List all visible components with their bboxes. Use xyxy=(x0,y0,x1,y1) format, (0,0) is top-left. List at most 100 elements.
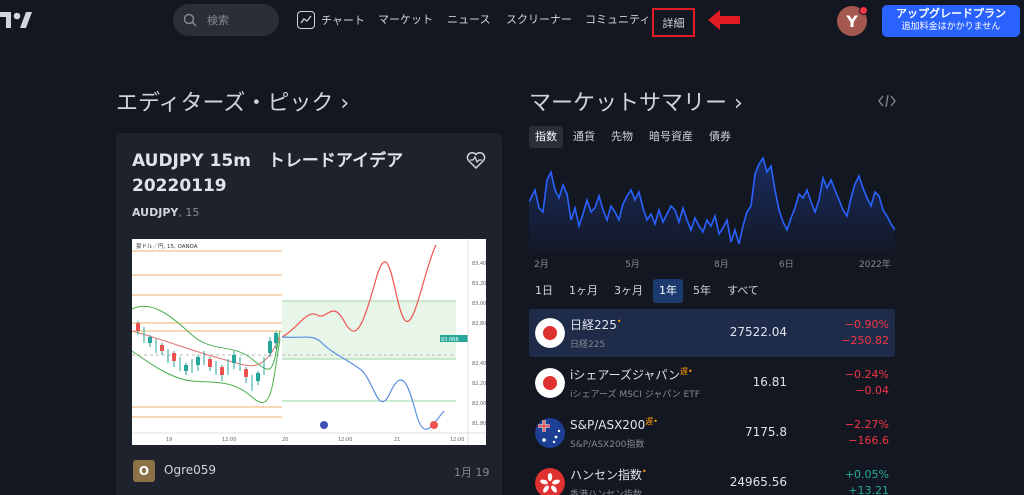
svg-text:82.400: 82.400 xyxy=(472,361,486,367)
quote-change: −2.27% −166.6 xyxy=(845,417,889,449)
market-tabs: 指数 通貨 先物 暗号資産 債券 xyxy=(529,126,741,148)
svg-text:83.068: 83.068 xyxy=(441,337,459,343)
range-1d[interactable]: 1日 xyxy=(529,279,559,303)
market-line-chart[interactable] xyxy=(529,150,895,252)
idea-card[interactable]: AUDJPY 15m トレードアイデア 20220119 AUDJPY, 15 xyxy=(116,133,502,495)
quote-change-pct: −2.27% xyxy=(844,418,889,431)
quote-flag-mark: • xyxy=(688,367,693,376)
tab-indices[interactable]: 指数 xyxy=(529,126,563,148)
quote-description: S&P/ASX200指数 xyxy=(570,440,645,450)
idea-interval: , 15 xyxy=(178,206,200,219)
range-1y[interactable]: 1年 xyxy=(653,279,683,303)
market-summary-title[interactable]: マーケットサマリー › xyxy=(529,85,743,117)
nav-detail-label: 詳細 xyxy=(662,16,685,30)
svg-text:82.800: 82.800 xyxy=(472,321,486,327)
axis-label: 5月 xyxy=(625,260,640,270)
author-avatar[interactable]: O xyxy=(133,460,155,482)
boost-heart-icon[interactable] xyxy=(466,151,486,169)
tab-crypto[interactable]: 暗号資産 xyxy=(643,126,699,148)
quote-flag-mark: • xyxy=(653,417,658,426)
quote-name: 日経225• xyxy=(570,316,622,333)
idea-chart-caption: 豪ドル／円, 15, OANDA xyxy=(136,242,198,250)
quote-name: ハンセン指数• xyxy=(570,466,647,483)
range-3m[interactable]: 3ヶ月 xyxy=(608,279,649,303)
author-name[interactable]: Ogre059 xyxy=(164,463,216,477)
quote-name: S&P/ASX200遅• xyxy=(570,416,658,432)
svg-text:12:00: 12:00 xyxy=(222,437,236,443)
range-all[interactable]: すべて xyxy=(721,279,765,303)
editors-pick-title[interactable]: エディターズ・ピック › xyxy=(116,85,349,117)
upgrade-label: アップグレードプラン xyxy=(896,7,1006,20)
tab-currencies[interactable]: 通貨 xyxy=(567,126,601,148)
quote-row[interactable]: 日経225• 日経225 27522.04 −0.90% −250.82 xyxy=(529,309,895,357)
quote-change-pct: +0.05% xyxy=(844,468,889,481)
svg-text:83.400: 83.400 xyxy=(472,261,486,267)
axis-label: 8月 xyxy=(714,260,729,270)
nav-detail-highlighted[interactable]: 詳細 xyxy=(652,8,695,37)
australia-flag-icon xyxy=(535,418,565,448)
quote-name-text: iシェアーズジャパン xyxy=(570,368,681,382)
quote-change-abs: +13.21 xyxy=(848,484,889,495)
range-1m[interactable]: 1ヶ月 xyxy=(563,279,604,303)
embed-code-icon[interactable] xyxy=(878,94,896,108)
svg-text:82.000: 82.000 xyxy=(472,401,486,407)
nav-chart[interactable]: チャート xyxy=(297,0,365,40)
svg-text:19: 19 xyxy=(166,437,172,443)
idea-symbol-name: AUDJPY xyxy=(132,206,179,219)
author-initial: O xyxy=(138,464,150,478)
quote-price: 24965.56 xyxy=(729,475,787,489)
quote-name-text: S&P/ASX200 xyxy=(570,418,646,432)
nav-community[interactable]: コミュニティ xyxy=(585,0,650,40)
quote-row[interactable]: iシェアーズジャパン遅• iシェアーズ MSCI ジャパン ETF 16.81 … xyxy=(529,359,895,407)
search-input[interactable]: 検索 xyxy=(173,4,279,36)
quote-change-abs: −250.82 xyxy=(841,334,889,347)
quote-change-pct: −0.24% xyxy=(844,368,889,381)
quote-name-text: ハンセン指数 xyxy=(570,468,643,482)
top-bar: 検索 チャート マーケット ニュース スクリーナー コミュニティ 詳細 Y アッ… xyxy=(0,0,1024,40)
range-selector: 1日 1ヶ月 3ヶ月 1年 5年 すべて xyxy=(529,279,769,303)
red-arrow-annotation-icon xyxy=(708,10,740,30)
svg-text:20: 20 xyxy=(282,437,288,443)
quote-price: 7175.8 xyxy=(745,425,787,439)
quote-flag-mark: • xyxy=(616,317,622,326)
quote-change-pct: −0.90% xyxy=(844,318,889,331)
idea-symbol[interactable]: AUDJPY, 15 xyxy=(132,206,199,219)
notification-dot-icon xyxy=(859,6,868,15)
quote-price: 16.81 xyxy=(752,375,787,389)
quote-flag-mark: • xyxy=(642,467,647,476)
tab-bonds[interactable]: 債券 xyxy=(703,126,737,148)
svg-text:81.800: 81.800 xyxy=(472,421,486,427)
tradingview-logo-icon[interactable] xyxy=(0,8,34,32)
nav-screeners[interactable]: スクリーナー xyxy=(506,0,572,40)
quote-change: +0.05% +13.21 xyxy=(845,467,889,495)
svg-text:83.200: 83.200 xyxy=(472,281,486,287)
quote-price: 27522.04 xyxy=(729,325,787,339)
japan-flag-icon xyxy=(535,368,565,398)
quote-change-abs: −166.6 xyxy=(848,434,889,447)
idea-title[interactable]: AUDJPY 15m トレードアイデア 20220119 xyxy=(132,149,442,199)
search-icon xyxy=(183,13,197,27)
nav-markets[interactable]: マーケット xyxy=(378,0,433,40)
svg-text:12:00: 12:00 xyxy=(338,437,352,443)
range-5y[interactable]: 5年 xyxy=(687,279,717,303)
quote-change: −0.24% −0.04 xyxy=(845,367,889,399)
svg-text:12:00: 12:00 xyxy=(450,437,464,443)
quote-description: 香港ハンセン指数 xyxy=(570,490,643,495)
svg-text:21: 21 xyxy=(394,437,400,443)
idea-chart-image[interactable]: 83.068 豪ドル／円, 15, OANDA 83.400 83.200 83… xyxy=(131,239,490,445)
svg-text:82.200: 82.200 xyxy=(472,381,486,387)
axis-label: 2月 xyxy=(534,260,549,270)
japan-flag-icon xyxy=(535,318,565,348)
upgrade-sublabel: 追加料金はかかりません xyxy=(901,22,1001,32)
tab-futures[interactable]: 先物 xyxy=(605,126,639,148)
axis-label: 6日 xyxy=(779,260,794,270)
quote-name: iシェアーズジャパン遅• xyxy=(570,366,693,383)
quote-row[interactable]: S&P/ASX200遅• S&P/ASX200指数 7175.8 −2.27% −… xyxy=(529,409,895,457)
quote-description: 日経225 xyxy=(570,340,606,350)
quote-row[interactable]: ハンセン指数• 香港ハンセン指数 24965.56 +0.05% +13.21 xyxy=(529,459,895,495)
idea-chart-drawing: 83.068 豪ドル／円, 15, OANDA 83.400 83.200 83… xyxy=(131,239,490,445)
svg-text:83.000: 83.000 xyxy=(472,301,486,307)
upgrade-button[interactable]: アップグレードプラン 追加料金はかかりません xyxy=(882,5,1020,37)
nav-news[interactable]: ニュース xyxy=(447,0,490,40)
search-placeholder: 検索 xyxy=(207,14,229,27)
